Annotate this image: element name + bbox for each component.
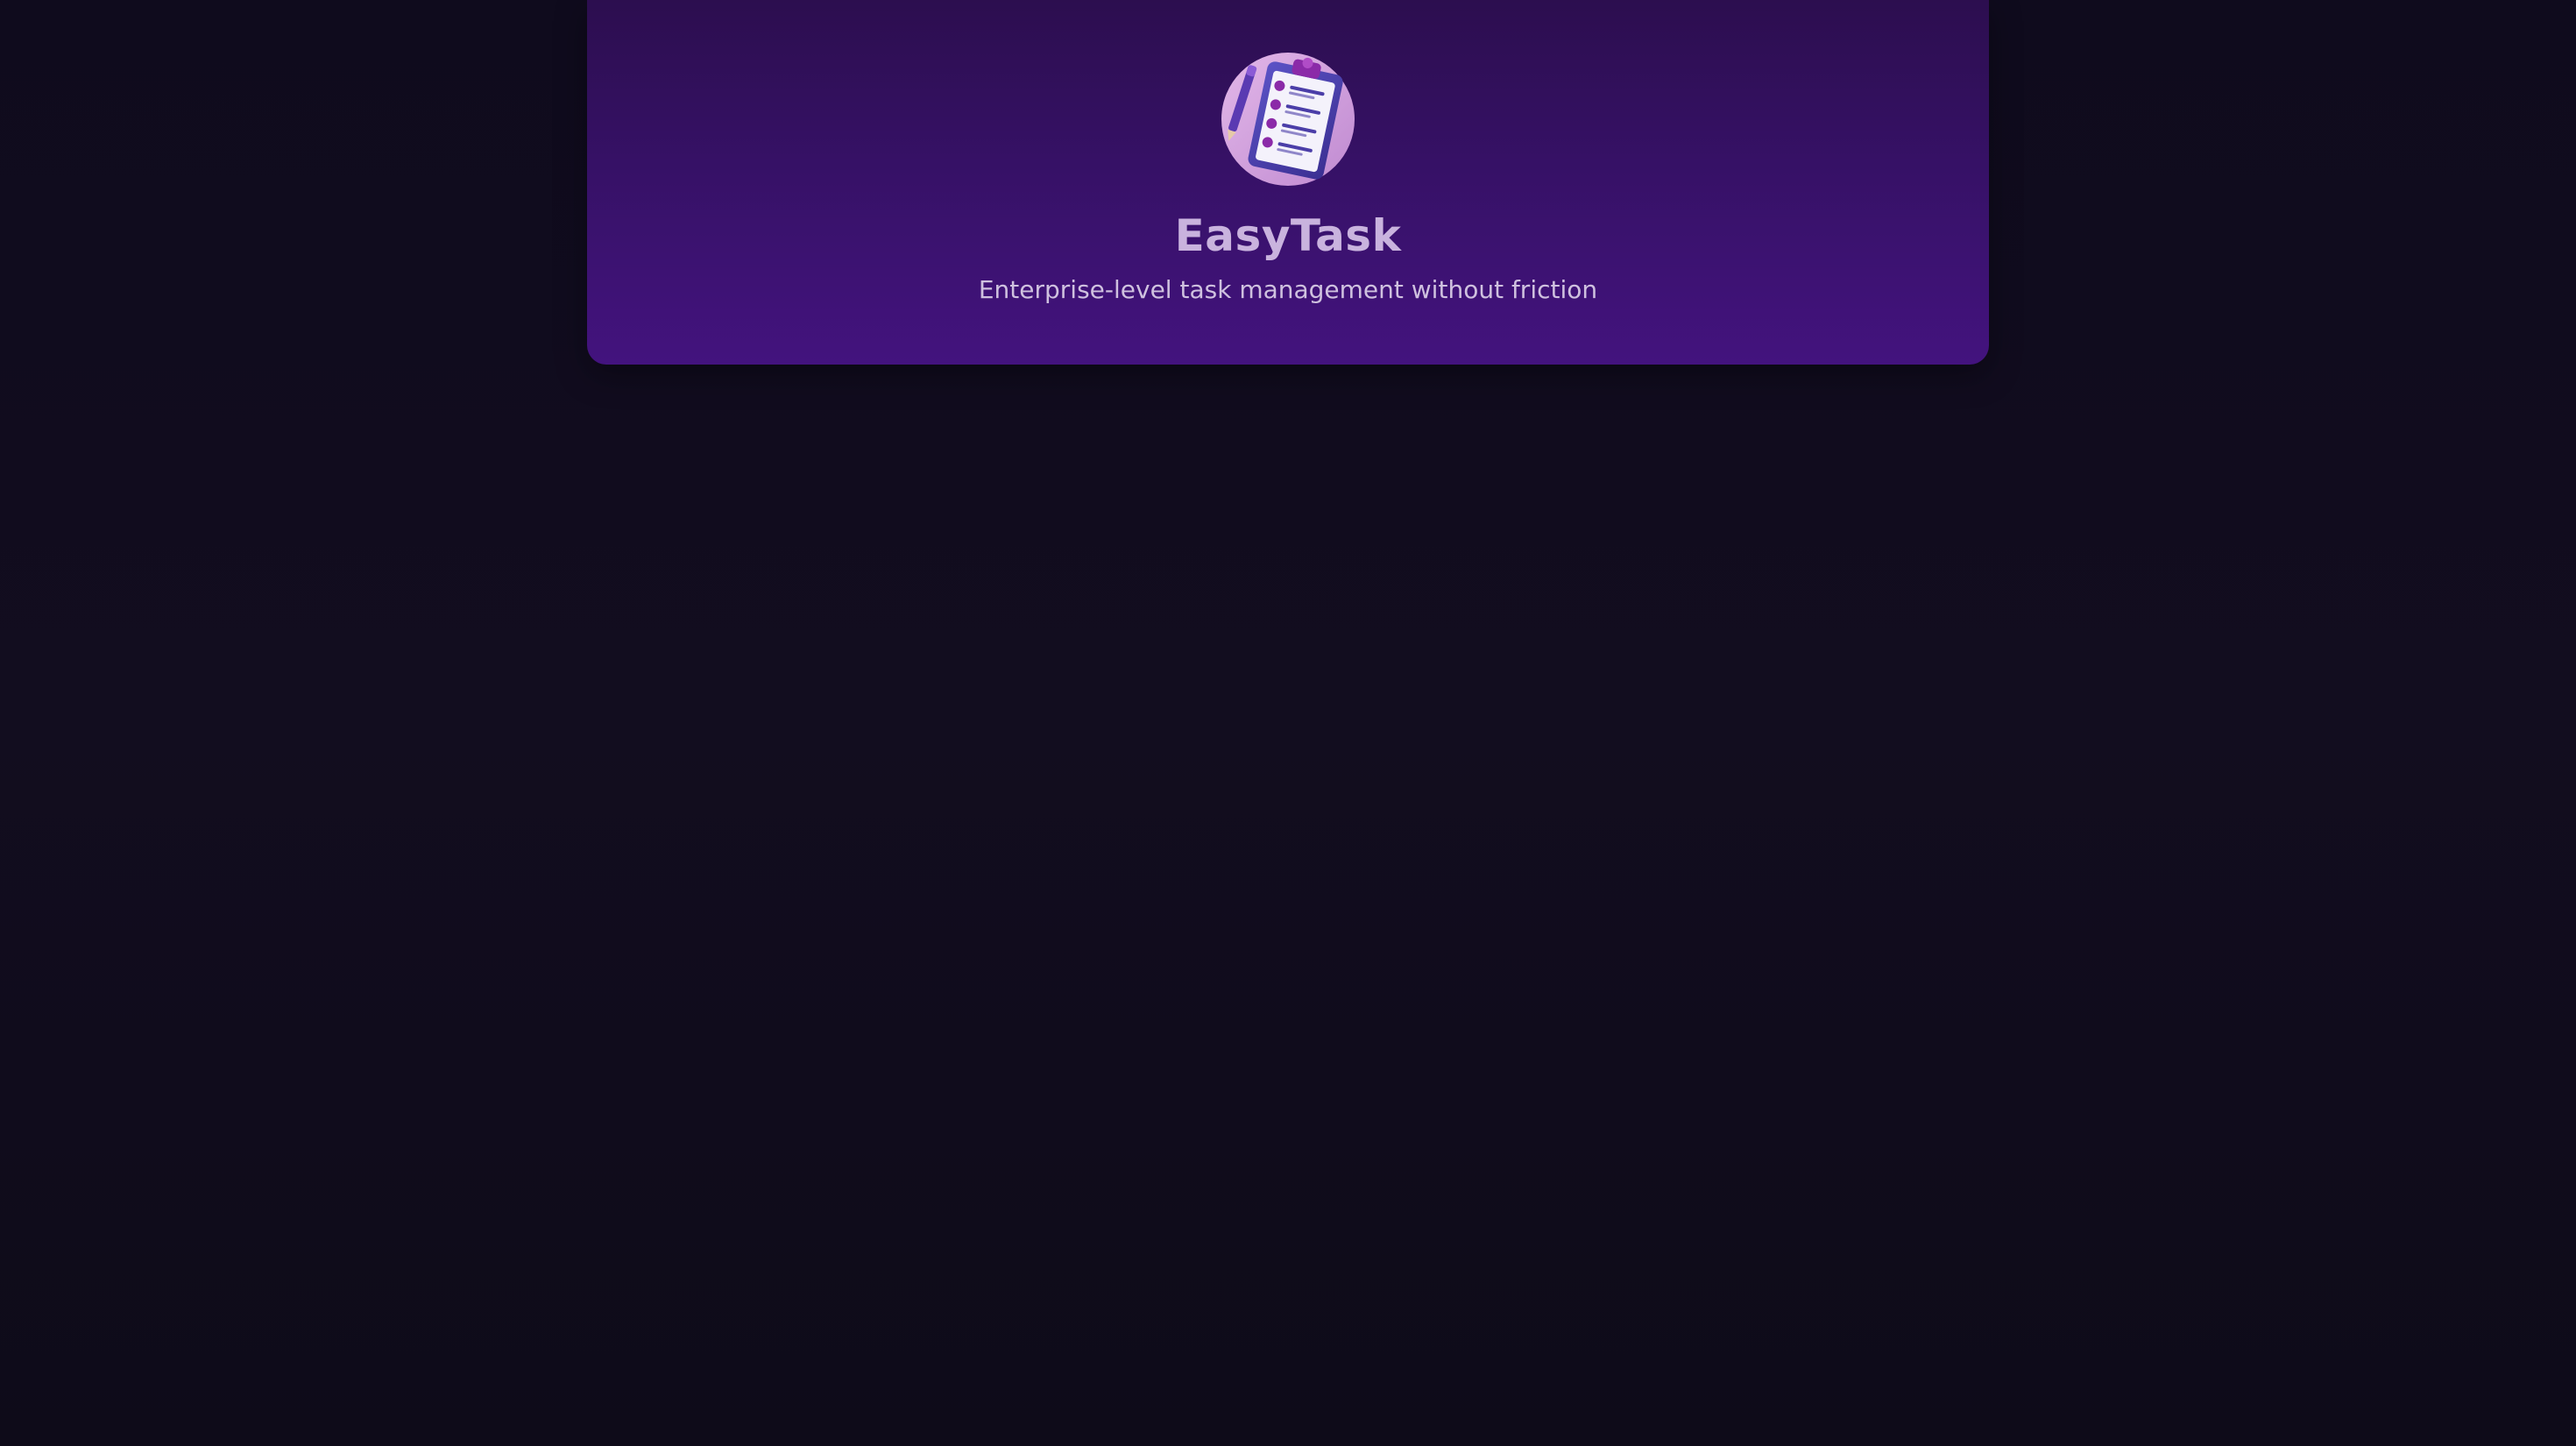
app-subtitle: Enterprise-level task management without… (978, 275, 1598, 304)
clipboard-checklist-icon (1218, 49, 1358, 189)
app-header: EasyTask Enterprise-level task managemen… (587, 0, 1989, 365)
app-title: EasyTask (1174, 210, 1402, 261)
